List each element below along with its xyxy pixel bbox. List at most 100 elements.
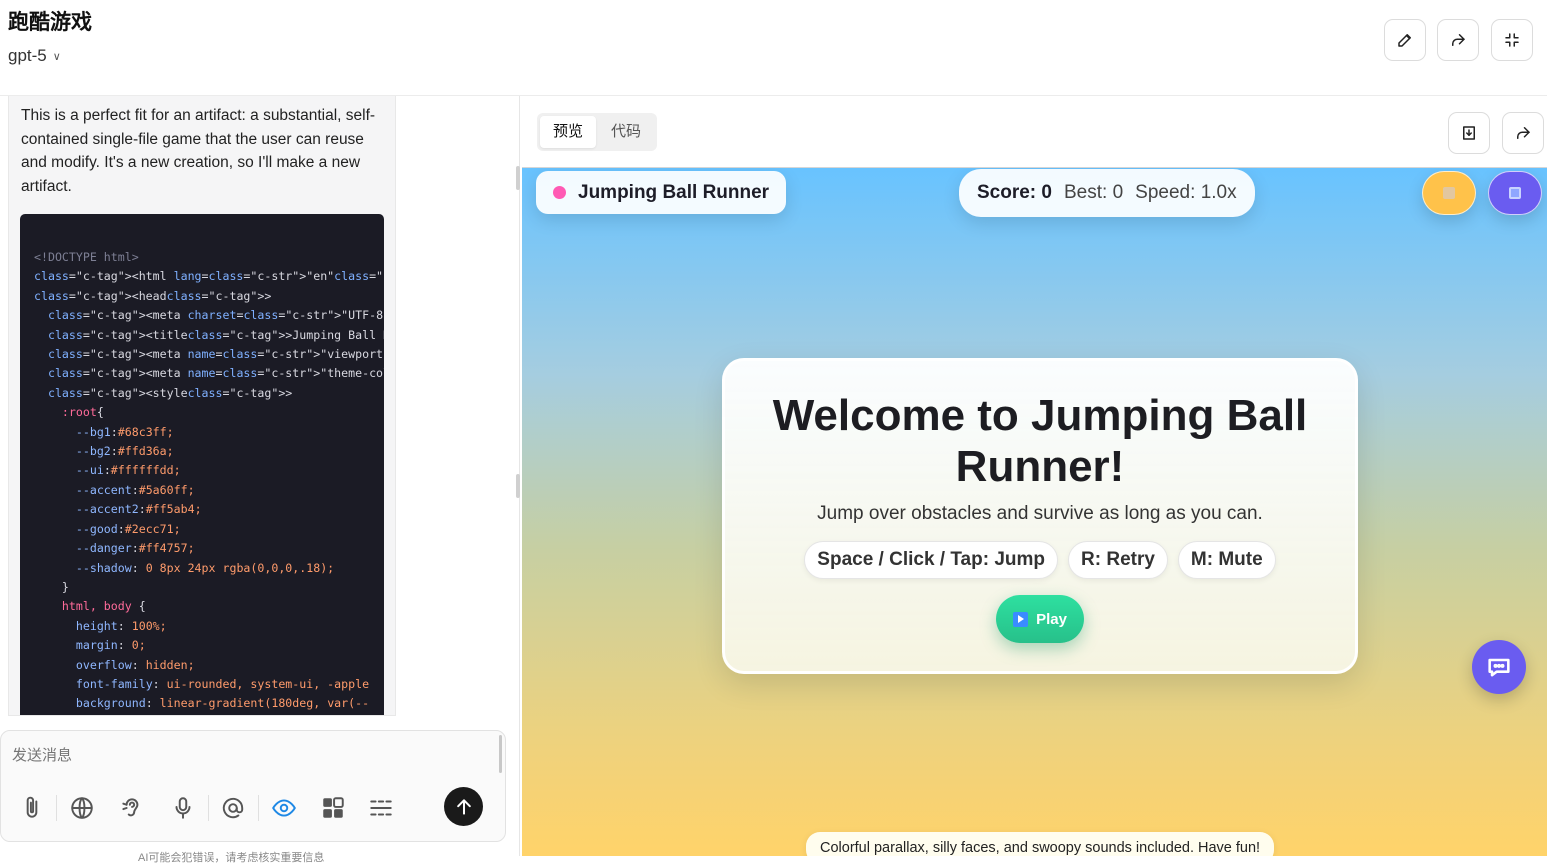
game-title: Jumping Ball Runner: [578, 181, 770, 203]
share-artifact-button[interactable]: [1502, 112, 1544, 154]
code-line: }: [34, 579, 69, 594]
share-button[interactable]: [1437, 19, 1479, 61]
collapse-button[interactable]: [1491, 19, 1533, 61]
divider: [258, 795, 259, 821]
message-text: This is a perfect fit for an artifact: a…: [21, 107, 376, 195]
collapse-icon: [1505, 33, 1519, 47]
score-label: Score:: [977, 182, 1037, 203]
view-tabs: 预览 代码: [537, 113, 658, 151]
tab-preview[interactable]: 预览: [540, 116, 597, 148]
code-line: height: 100%;: [75, 618, 167, 633]
game-title-pill: Jumping Ball Runner: [536, 171, 787, 214]
welcome-subtitle: Jump over obstacles and survive as long …: [817, 503, 1263, 524]
web-search-button[interactable]: [67, 793, 97, 823]
welcome-title: Welcome to Jumping Ball Runner!: [772, 391, 1308, 491]
scrollbar[interactable]: [499, 735, 502, 773]
code-line: class="c-tag"><meta name=class="c-str">"…: [47, 347, 384, 362]
code-line: background: linear-gradient(180deg, var(…: [75, 696, 370, 711]
code-line: :root{: [61, 405, 104, 420]
code-line: margin: 0;: [75, 638, 146, 653]
attach-button[interactable]: [17, 793, 47, 823]
apps-button[interactable]: [318, 793, 348, 823]
welcome-dialog: Welcome to Jumping Ball Runner! Jump ove…: [722, 358, 1358, 674]
chat-panel: This is a perfect fit for an artifact: a…: [0, 96, 520, 864]
score-pill: Score: 0 Best: 0 Speed: 1.0x: [959, 169, 1255, 217]
globe-icon: [71, 797, 93, 819]
share-icon: [1517, 127, 1530, 139]
download-icon: [1463, 126, 1475, 140]
chevron-down-icon: ∨: [52, 50, 61, 63]
message-composer: [0, 730, 506, 842]
code-line: font-family: ui-rounded, system-ui, -app…: [75, 676, 370, 691]
key-hint-jump: Space / Click / Tap: Jump: [804, 541, 1059, 579]
pause-icon: [1509, 187, 1521, 199]
mention-icon: [222, 797, 244, 819]
score-value: 0: [1041, 182, 1052, 203]
divider: [56, 795, 57, 821]
code-line: class="c-tag"><meta name=class="c-str">"…: [47, 366, 384, 381]
play-button[interactable]: Play: [996, 595, 1084, 643]
mute-button[interactable]: [1422, 171, 1476, 215]
code-line: --accent:#5a60ff;: [75, 482, 195, 497]
eye-icon: [272, 799, 296, 817]
download-button[interactable]: [1448, 112, 1490, 154]
apps-icon: [323, 797, 344, 818]
message-input[interactable]: [12, 747, 472, 764]
code-line: <!DOCTYPE html>: [34, 250, 139, 264]
code-line: class="c-tag"><titleclass="c-tag">>Jumpi…: [47, 327, 384, 342]
controls-hint: Space / Click / Tap: Jump R: Retry M: Mu…: [725, 541, 1355, 579]
disclaimer: AI可能会犯错误，请考虑核实重要信息: [138, 852, 325, 864]
mention-button[interactable]: [218, 793, 248, 823]
speaker-icon: [1443, 187, 1455, 199]
ear-icon: [122, 798, 139, 817]
code-line: --bg2:#ffd36a;: [75, 444, 174, 459]
conversation-title: 跑酷游戏: [8, 11, 92, 34]
code-line: class="c-tag"><html lang=class="c-str">"…: [34, 269, 384, 284]
send-button[interactable]: [444, 787, 483, 826]
code-line: --shadow: 0 8px 24px rgba(0,0,0,.18);: [75, 560, 335, 575]
edit-icon: [1398, 34, 1411, 47]
pause-button[interactable]: [1488, 171, 1542, 215]
code-line: --danger:#ff4757;: [75, 541, 195, 556]
model-selector[interactable]: gpt-5 ∨: [8, 46, 61, 66]
attach-icon: [26, 796, 38, 818]
code-line: class="c-tag"><styleclass="c-tag">>: [47, 385, 293, 400]
arrow-up-icon: [456, 798, 471, 815]
divider: [208, 795, 209, 821]
code-line: class="c-tag"><meta charset=class="c-str…: [47, 308, 384, 323]
chat-bubble-icon: [1488, 658, 1510, 677]
chat-assistant-button[interactable]: [1472, 640, 1526, 694]
more-icon: [370, 800, 392, 816]
play-icon: [1013, 611, 1029, 627]
play-label: Play: [1036, 610, 1067, 628]
code-line: --good:#2ecc71;: [75, 521, 181, 536]
share-icon: [1452, 34, 1465, 46]
artifact-panel: 预览 代码 Jumping Ball Runner Score: 0 Best:…: [520, 96, 1547, 856]
mic-icon: [175, 797, 191, 819]
best-label: Best:: [1064, 182, 1108, 203]
listen-button[interactable]: [117, 793, 147, 823]
more-tools-button[interactable]: [366, 793, 396, 823]
code-line: overflow: hidden;: [75, 657, 195, 672]
code-line: --accent2:#ff5ab4;: [75, 502, 202, 517]
assistant-message: This is a perfect fit for an artifact: a…: [8, 96, 396, 716]
speed-value: 1.0x: [1200, 182, 1237, 203]
game-canvas[interactable]: Jumping Ball Runner Score: 0 Best: 0 Spe…: [522, 167, 1547, 856]
code-line: --ui:#ffffffdd;: [75, 463, 181, 478]
voice-button[interactable]: [168, 793, 198, 823]
speed-label: Speed:: [1135, 182, 1196, 203]
code-block[interactable]: <!DOCTYPE html> class="c-tag"><html lang=…: [20, 214, 384, 715]
code-line: --bg1:#68c3ff;: [75, 424, 174, 439]
code-line: class="c-tag"><headclass="c-tag">>: [34, 288, 272, 303]
model-name: gpt-5: [8, 46, 47, 65]
footer-message: Colorful parallax, silly faces, and swoo…: [806, 832, 1275, 856]
ball-icon: [553, 186, 566, 199]
tab-code[interactable]: 代码: [598, 116, 654, 148]
key-hint-mute: M: Mute: [1177, 541, 1276, 579]
edit-button[interactable]: [1384, 19, 1426, 61]
key-hint-retry: R: Retry: [1068, 541, 1168, 579]
top-bar: 跑酷游戏 gpt-5 ∨: [0, 0, 1547, 96]
best-value: 0: [1112, 182, 1124, 203]
code-line: html, body {: [61, 599, 146, 614]
preview-toggle-button[interactable]: [269, 793, 299, 823]
